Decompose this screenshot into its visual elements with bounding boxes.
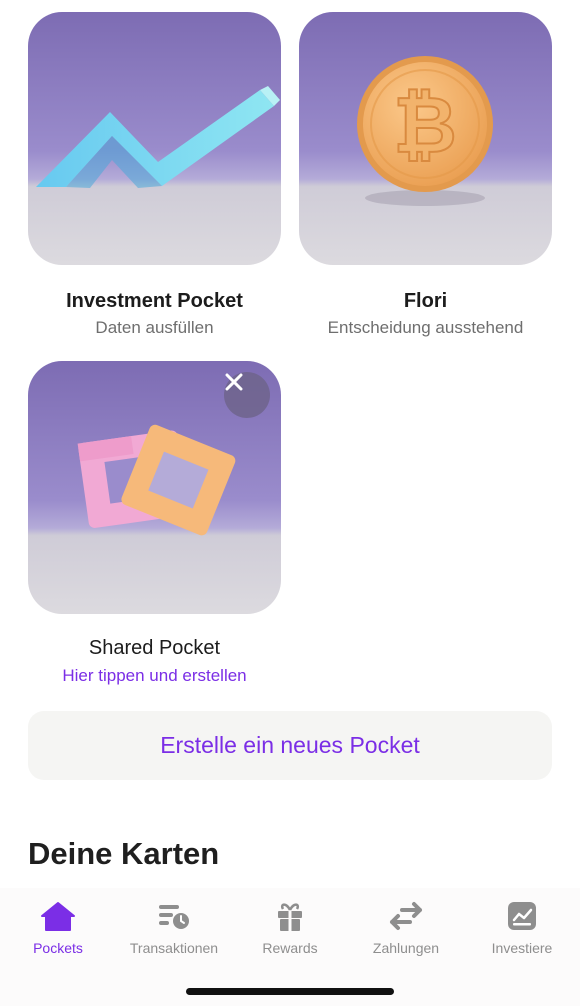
investment-pocket-card[interactable]	[28, 12, 281, 265]
svg-text:₿: ₿	[393, 81, 457, 171]
tab-label: Pockets	[33, 940, 83, 956]
pocket-subtitle: Daten ausfüllen	[95, 318, 214, 337]
pocket-subtitle: Entscheidung ausstehend	[327, 318, 524, 337]
flori-pocket-card[interactable]: ₿	[299, 12, 552, 265]
create-shared-pocket-link[interactable]: Hier tippen und erstellen	[28, 666, 281, 686]
home-indicator	[186, 988, 394, 995]
tab-transactions[interactable]: Transaktionen	[116, 888, 232, 968]
tab-label: Transaktionen	[129, 940, 219, 956]
tab-label: Zahlungen	[372, 940, 440, 956]
cards-section-title: Deine Karten	[28, 836, 220, 871]
tab-payments[interactable]: Zahlungen	[348, 888, 464, 968]
transfer-icon	[390, 902, 422, 930]
tab-invest[interactable]: Investiere	[464, 888, 580, 968]
pocket-title: Shared Pocket	[88, 637, 221, 659]
trend-chart-3d-icon	[36, 86, 280, 188]
create-new-pocket-button[interactable]: Erstelle ein neues Pocket	[28, 711, 552, 780]
close-button[interactable]	[224, 372, 270, 418]
transactions-icon	[159, 905, 189, 929]
tab-rewards[interactable]: Rewards	[232, 888, 348, 968]
invest-icon	[508, 902, 536, 930]
pocket-title: Investment Pocket	[66, 290, 243, 312]
close-icon	[225, 373, 243, 391]
gift-icon	[278, 903, 302, 931]
tab-label: Rewards	[262, 940, 318, 956]
home-icon	[41, 902, 75, 931]
tab-label: Investiere	[491, 940, 553, 956]
bitcoin-coin-3d-icon: ₿	[357, 56, 493, 206]
shared-pocket-card[interactable]	[28, 361, 281, 614]
tab-pockets[interactable]: Pockets	[0, 888, 116, 968]
pocket-title: Flori	[403, 290, 448, 312]
